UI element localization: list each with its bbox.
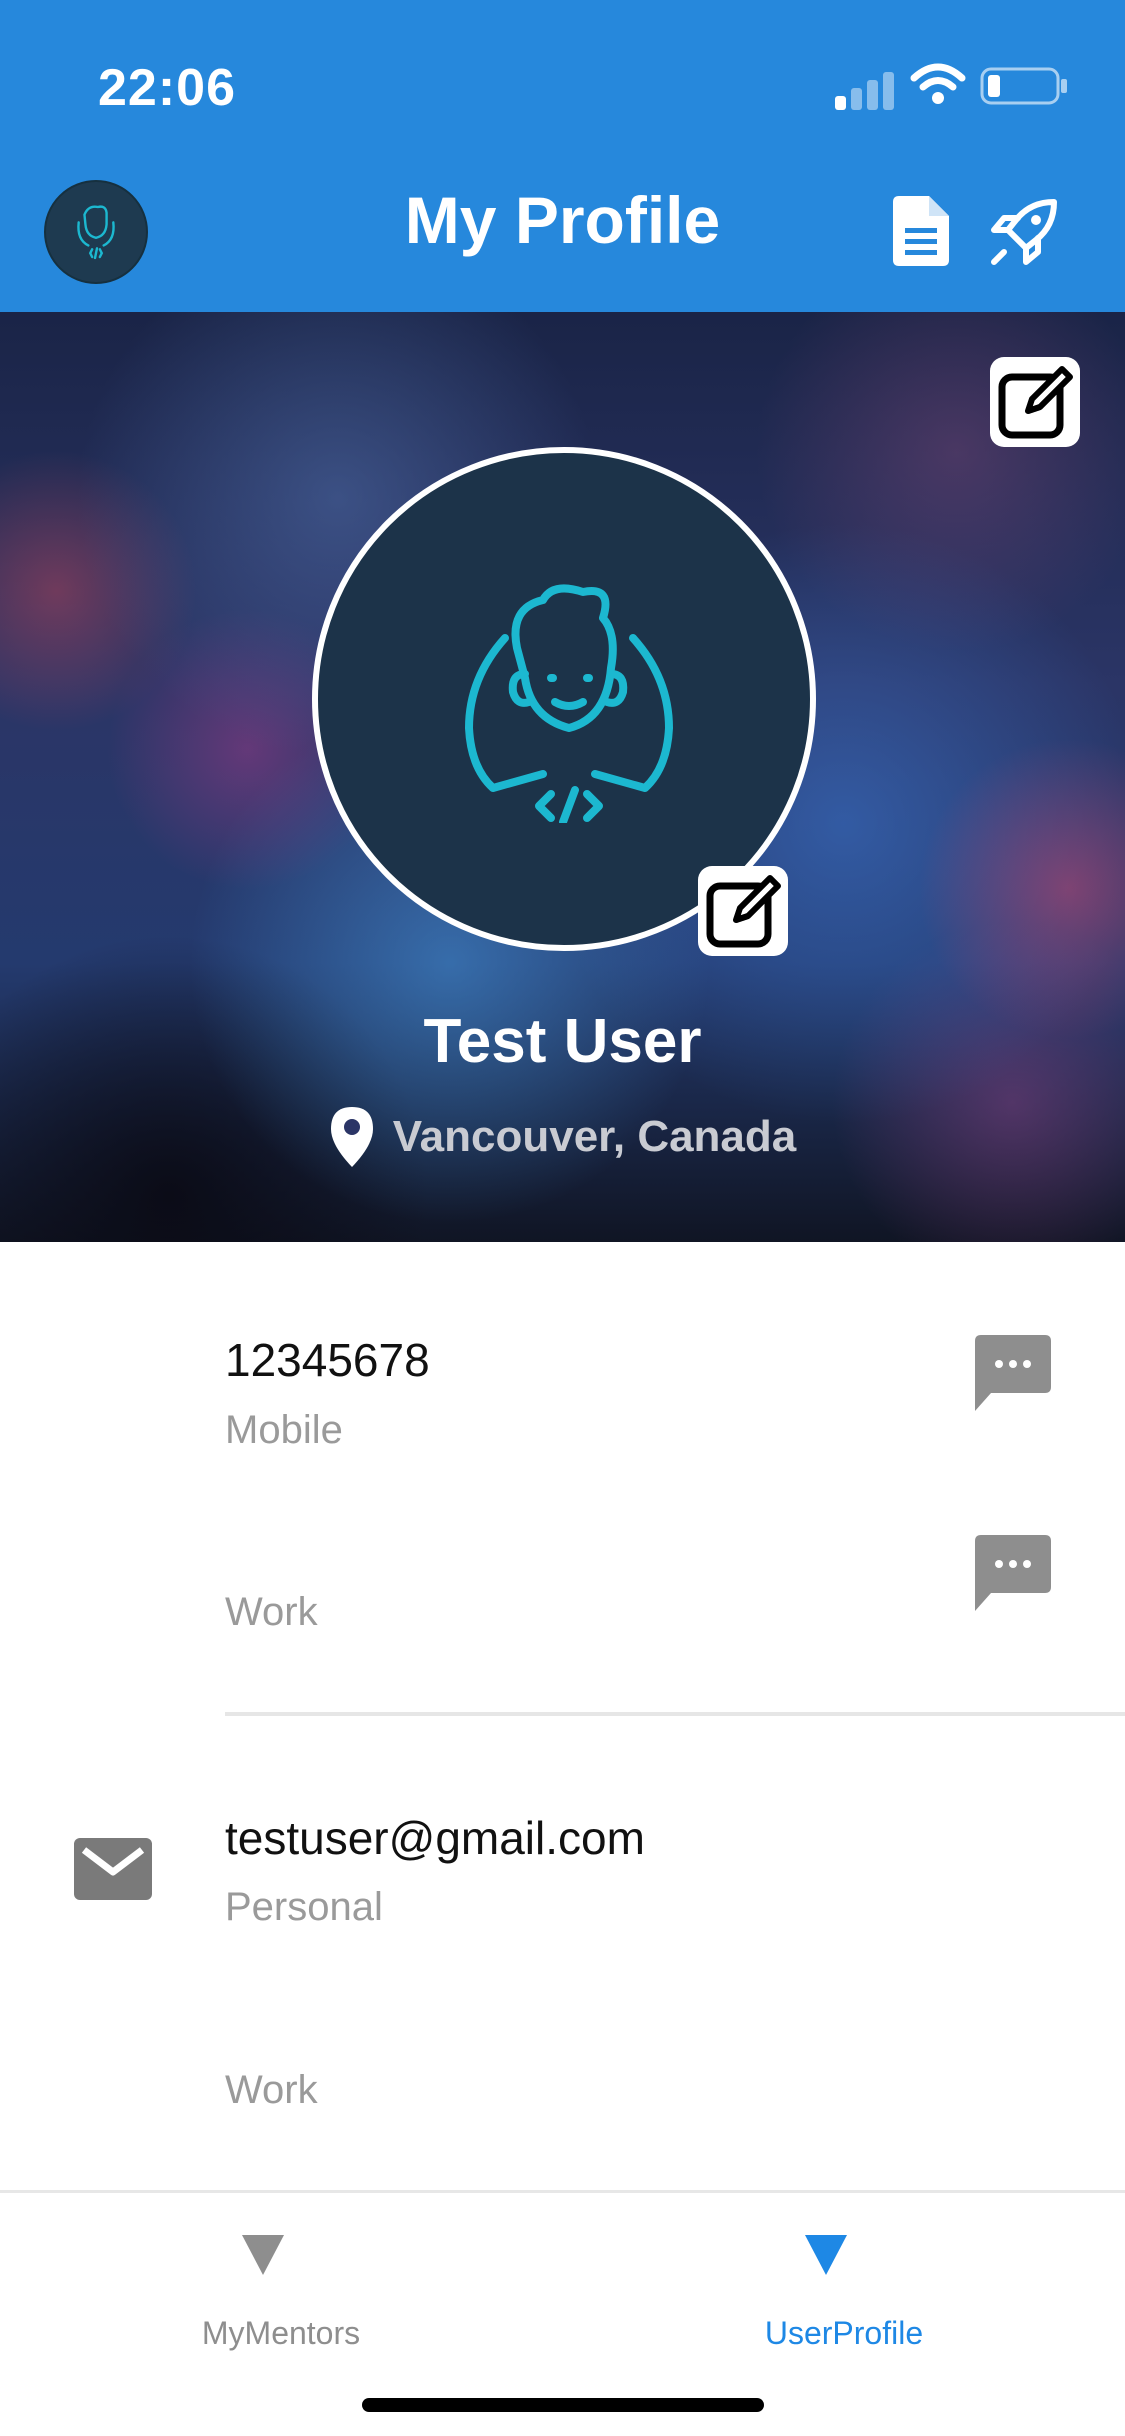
section-divider	[225, 1712, 1125, 1716]
triangle-down-icon	[805, 2235, 847, 2275]
edit-icon	[998, 366, 1073, 439]
sms-icon[interactable]	[975, 1335, 1051, 1411]
triangle-down-icon	[242, 2235, 284, 2275]
rocket-icon[interactable]	[988, 196, 1060, 268]
wifi-icon	[910, 63, 966, 104]
sms-icon[interactable]	[975, 1535, 1051, 1611]
signal-icon	[835, 70, 895, 110]
header-bar: 22:06 My Profile	[0, 0, 1125, 312]
email-label-work: Work	[225, 2068, 318, 2112]
phone-label-work: Work	[225, 1590, 318, 1634]
location-row: Vancouver, Canada	[0, 1102, 1125, 1172]
page-title: My Profile	[404, 183, 721, 257]
email-label-personal: Personal	[225, 1885, 383, 1929]
location-text: Vancouver, Canada	[392, 1112, 797, 1161]
app-screen: 22:06 My Profile Test User Vancouver, Ca…	[0, 0, 1125, 2436]
document-icon[interactable]	[893, 196, 949, 266]
home-indicator[interactable]	[362, 2398, 764, 2412]
profile-name: Test User	[423, 1007, 702, 1076]
battery-icon	[980, 67, 1067, 105]
profile-hero: Test User Vancouver, Canada	[0, 312, 1125, 1242]
location-pin-icon	[330, 1107, 373, 1167]
tab-label: UserProfile	[764, 2315, 924, 2351]
email-address-personal[interactable]: testuser@gmail.com	[225, 1808, 645, 1868]
edit-icon	[706, 875, 781, 948]
phone-label-mobile: Mobile	[225, 1408, 343, 1452]
status-time: 22:06	[98, 59, 236, 117]
phone-number-mobile[interactable]: 12345678	[225, 1330, 430, 1390]
edit-avatar-button[interactable]	[698, 866, 788, 956]
developer-illustration-icon	[465, 584, 673, 823]
edit-cover-button[interactable]	[990, 357, 1080, 447]
tab-label: MyMentors	[201, 2315, 361, 2351]
mail-icon	[74, 1838, 152, 1900]
